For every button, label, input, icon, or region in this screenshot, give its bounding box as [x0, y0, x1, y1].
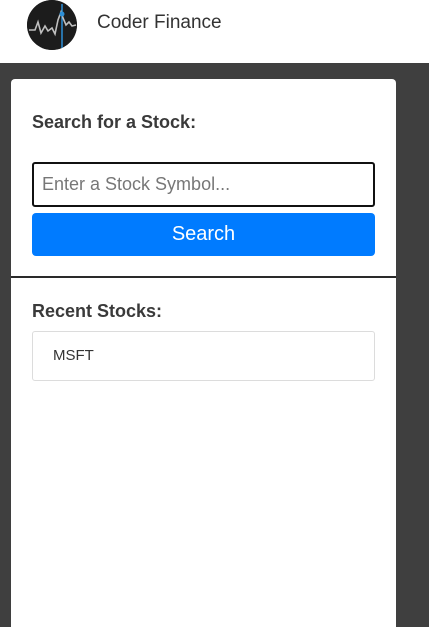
navbar: Coder Finance	[0, 0, 429, 63]
recent-stocks-heading: Recent Stocks:	[32, 301, 163, 321]
recent-stocks-list: MSFT	[32, 331, 375, 381]
search-button[interactable]: Search	[32, 213, 375, 256]
search-heading: Search for a Stock:	[32, 112, 197, 132]
stock-symbol-input[interactable]	[32, 162, 375, 207]
brand-name[interactable]: Coder Finance	[97, 12, 222, 34]
chart-line-icon	[27, 0, 77, 50]
recent-stock-item[interactable]: MSFT	[32, 331, 375, 381]
section-divider	[11, 276, 396, 278]
sidebar-card: Search for a Stock: Search Recent Stocks…	[11, 79, 396, 639]
stock-chart-logo-icon[interactable]	[27, 0, 77, 50]
